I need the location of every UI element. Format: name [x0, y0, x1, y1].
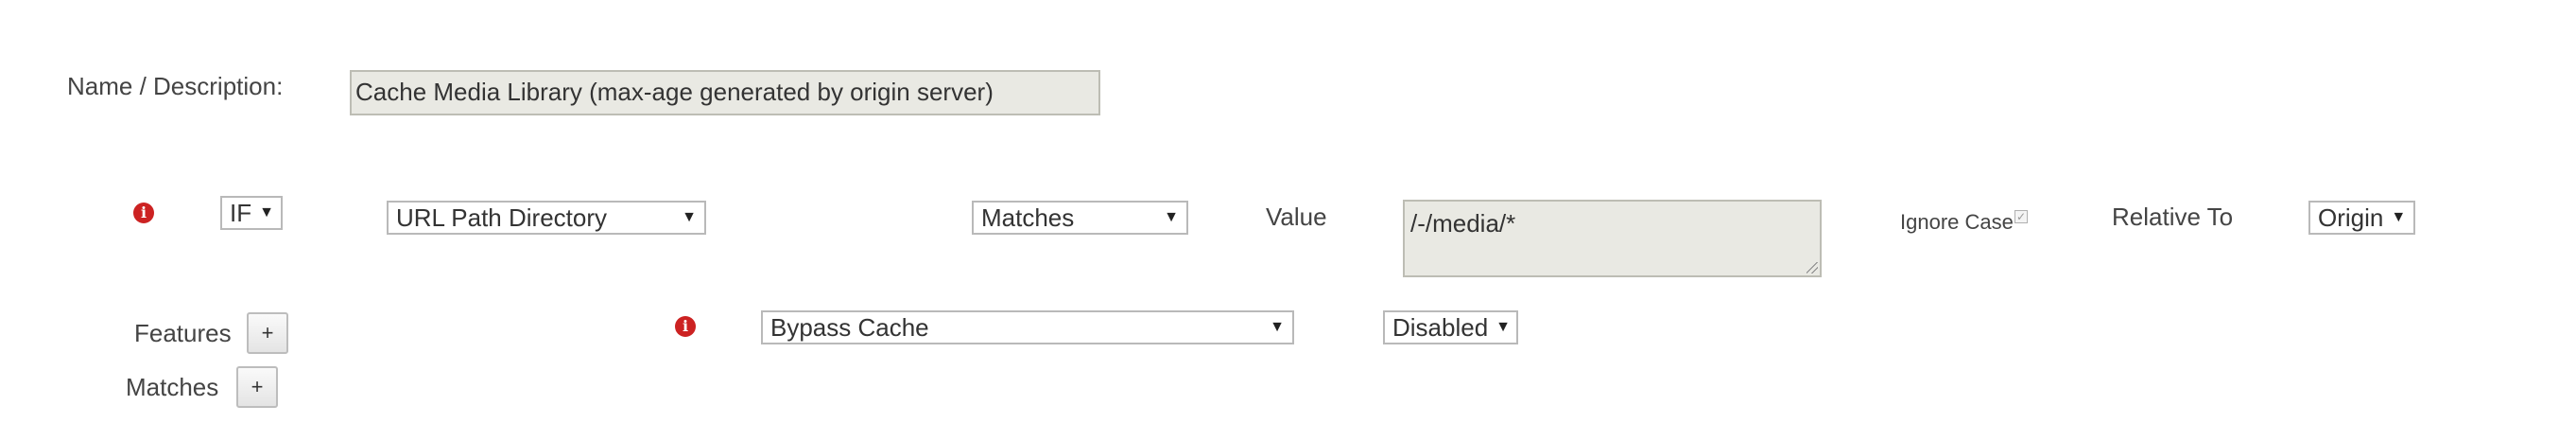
chevron-down-icon: ▼: [1495, 319, 1512, 335]
ignore-case-label: Ignore Case: [1900, 210, 2014, 234]
matches-label: Matches: [126, 373, 219, 401]
relative-to-select-value: Origin: [2318, 203, 2384, 232]
if-select-value: IF: [230, 198, 252, 227]
features-label: Features: [134, 319, 232, 347]
feature-state-select-value: Disabled: [1392, 312, 1489, 342]
chevron-down-icon: ▼: [682, 209, 697, 225]
name-description-label: Name / Description:: [67, 72, 284, 100]
condition-info-icon[interactable]: i: [133, 203, 154, 223]
feature-select-value: Bypass Cache: [770, 312, 929, 342]
feature-state-select[interactable]: Disabled ▼: [1383, 310, 1518, 344]
value-textarea[interactable]: /-/media/*: [1403, 200, 1822, 277]
if-select[interactable]: IF ▼: [220, 196, 283, 230]
value-textarea-text: /-/media/*: [1410, 209, 1516, 238]
feature-select[interactable]: Bypass Cache ▼: [761, 310, 1294, 344]
chevron-down-icon: ▼: [259, 204, 274, 220]
chevron-down-icon: ▼: [1270, 319, 1285, 335]
relative-to-label: Relative To: [2112, 203, 2234, 231]
chevron-down-icon: ▼: [2391, 209, 2407, 225]
ignore-case-checkbox[interactable]: ✓: [2014, 210, 2028, 223]
operator-select-value: Matches: [981, 203, 1075, 232]
value-label: Value: [1266, 203, 1327, 231]
resize-handle-icon[interactable]: [1807, 262, 1818, 273]
feature-info-icon[interactable]: i: [675, 316, 696, 337]
operator-select[interactable]: Matches ▼: [972, 201, 1188, 235]
chevron-down-icon: ▼: [1164, 209, 1179, 225]
match-field-select[interactable]: URL Path Directory ▼: [387, 201, 706, 235]
add-feature-button[interactable]: +: [247, 312, 288, 354]
name-description-input[interactable]: Cache Media Library (max-age generated b…: [350, 70, 1100, 115]
add-match-button[interactable]: +: [236, 366, 278, 408]
relative-to-select[interactable]: Origin ▼: [2308, 201, 2415, 235]
match-field-select-value: URL Path Directory: [396, 203, 607, 232]
